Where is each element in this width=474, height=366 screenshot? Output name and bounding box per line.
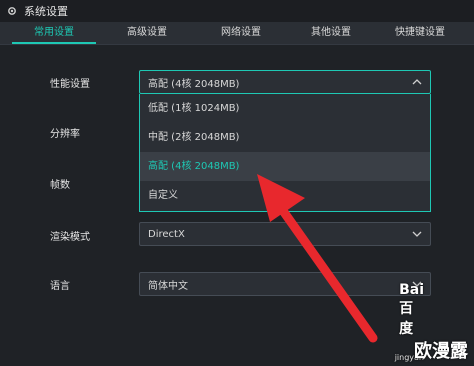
framerate-label: 帧数 (50, 180, 70, 191)
language-select[interactable]: 简体中文 (139, 272, 431, 296)
option-medium[interactable]: 中配 (2核 2048MB) (140, 123, 430, 152)
title-bar: 系统设置 (0, 0, 474, 22)
watermark-brand: Bai 百度 (399, 282, 424, 337)
option-high[interactable]: 高配 (4核 2048MB) (140, 152, 430, 181)
tab-bar: 常用设置 高级设置 网络设置 其他设置 快捷键设置 (0, 22, 474, 45)
watermark-text: 欧漫露 (414, 341, 468, 362)
tab-shortcut-settings[interactable]: 快捷键设置 (375, 22, 465, 44)
tab-network-settings[interactable]: 网络设置 (196, 22, 286, 44)
performance-value: 高配 (4核 2048MB) (148, 78, 240, 90)
tab-other-settings[interactable]: 其他设置 (287, 22, 375, 44)
gear-icon (8, 7, 16, 15)
language-value: 简体中文 (148, 280, 188, 292)
render-mode-label: 渲染模式 (50, 232, 90, 243)
performance-dropdown: 低配 (1核 1024MB) 中配 (2核 2048MB) 高配 (4核 204… (139, 94, 431, 212)
performance-select[interactable]: 高配 (4核 2048MB) (139, 70, 431, 94)
option-low[interactable]: 低配 (1核 1024MB) (140, 94, 430, 123)
tab-advanced-settings[interactable]: 高级设置 (102, 22, 192, 44)
resolution-label: 分辨率 (50, 129, 80, 140)
option-custom[interactable]: 自定义 (140, 181, 430, 210)
chevron-down-icon (412, 231, 422, 237)
tab-common-settings[interactable]: 常用设置 (12, 22, 96, 44)
window-title: 系统设置 (24, 5, 68, 18)
render-mode-select[interactable]: DirectX (139, 222, 431, 246)
chevron-up-icon (412, 79, 422, 85)
render-mode-value: DirectX (148, 228, 185, 240)
language-label: 语言 (50, 281, 70, 292)
performance-label: 性能设置 (50, 79, 90, 90)
